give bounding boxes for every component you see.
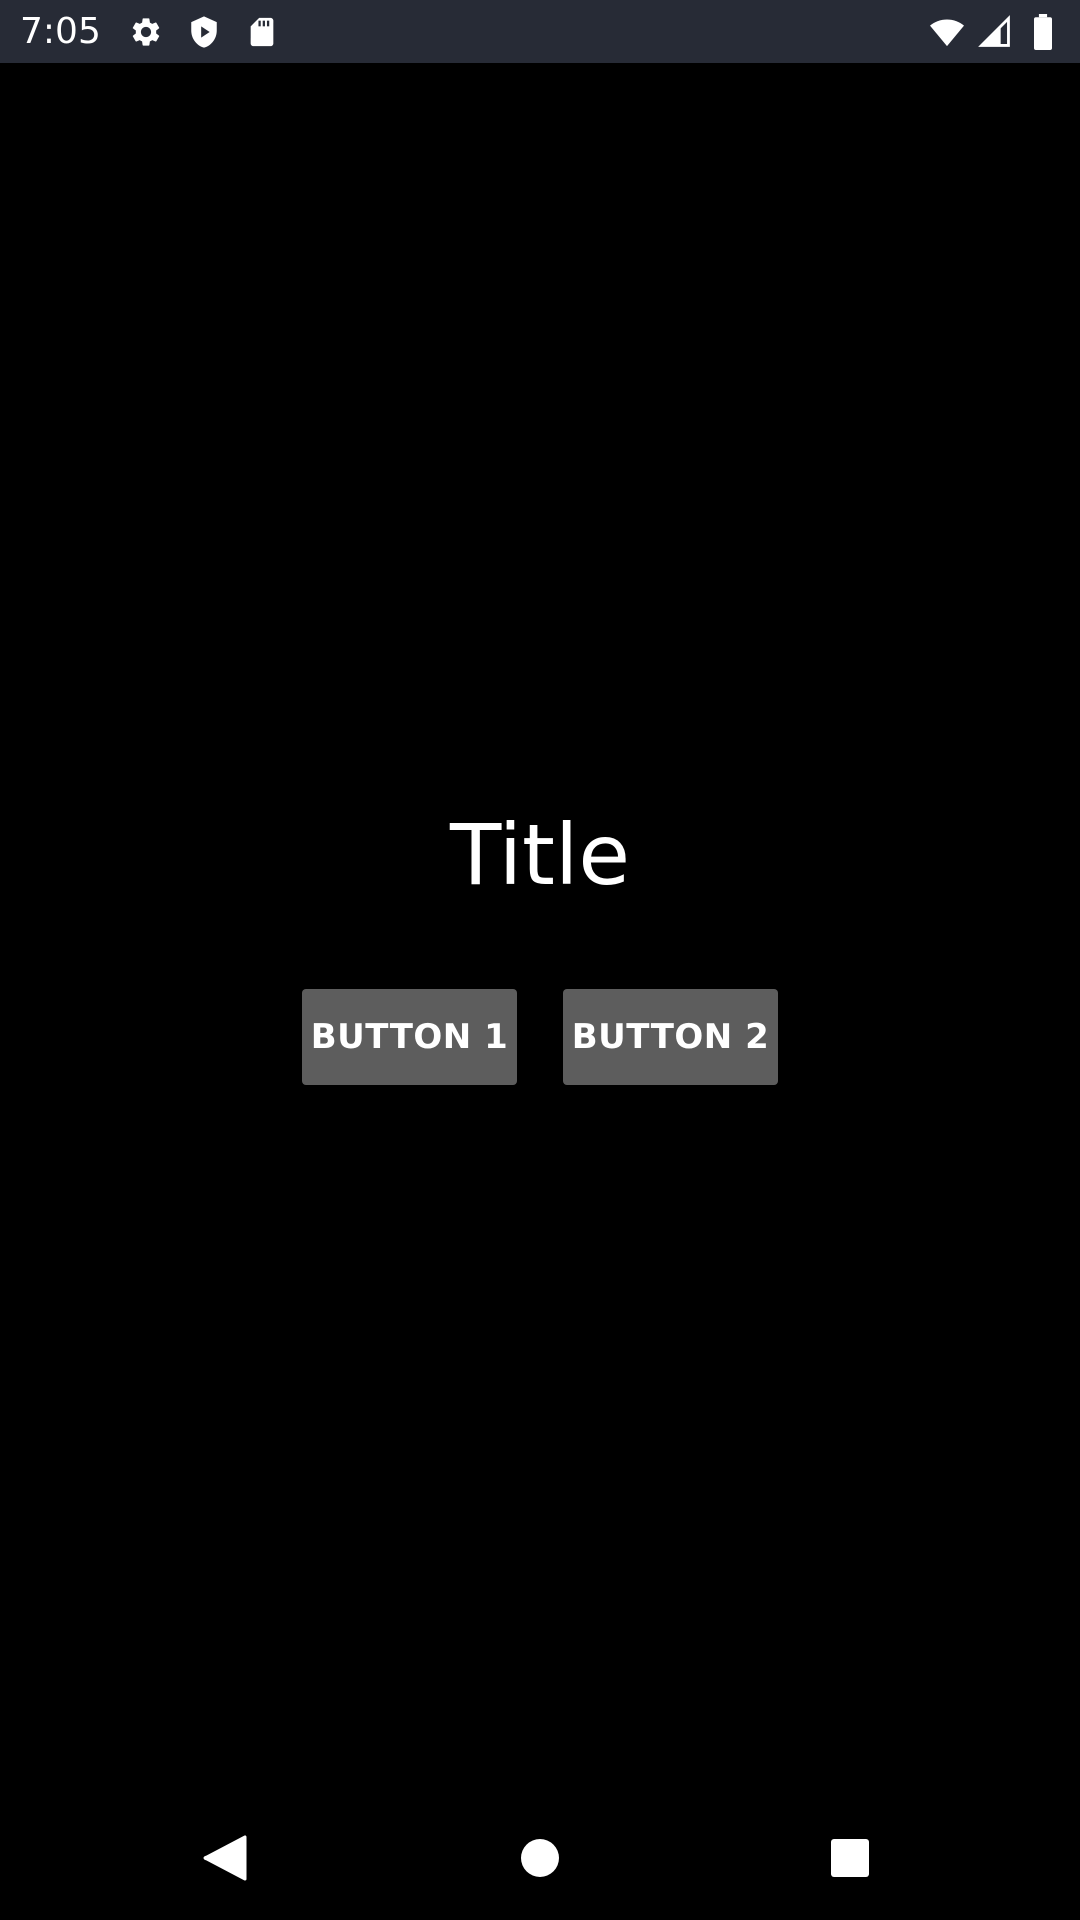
button-1[interactable]: BUTTON 1 — [302, 989, 517, 1085]
button-row: BUTTON 1 BUTTON 2 — [302, 989, 778, 1085]
home-icon — [520, 1838, 560, 1883]
recents-icon — [830, 1838, 870, 1883]
sd-card-icon — [245, 15, 279, 49]
cell-signal-icon — [978, 14, 1012, 49]
app-screen: 7:05 Title BUTTON 1 BUTTON 2 — [0, 0, 1080, 1920]
navigation-bar — [0, 1800, 1080, 1920]
back-button[interactable] — [195, 1830, 255, 1890]
back-icon — [203, 1835, 247, 1886]
wifi-icon — [930, 15, 964, 49]
button-2[interactable]: BUTTON 2 — [563, 989, 778, 1085]
status-bar: 7:05 — [0, 0, 1080, 63]
battery-icon — [1026, 13, 1060, 50]
status-right-icons — [930, 13, 1060, 50]
status-time: 7:05 — [20, 11, 101, 52]
home-button[interactable] — [510, 1830, 570, 1890]
page-title: Title — [449, 806, 631, 904]
recents-button[interactable] — [820, 1830, 880, 1890]
gear-icon — [129, 15, 163, 49]
shield-play-icon — [187, 15, 221, 49]
